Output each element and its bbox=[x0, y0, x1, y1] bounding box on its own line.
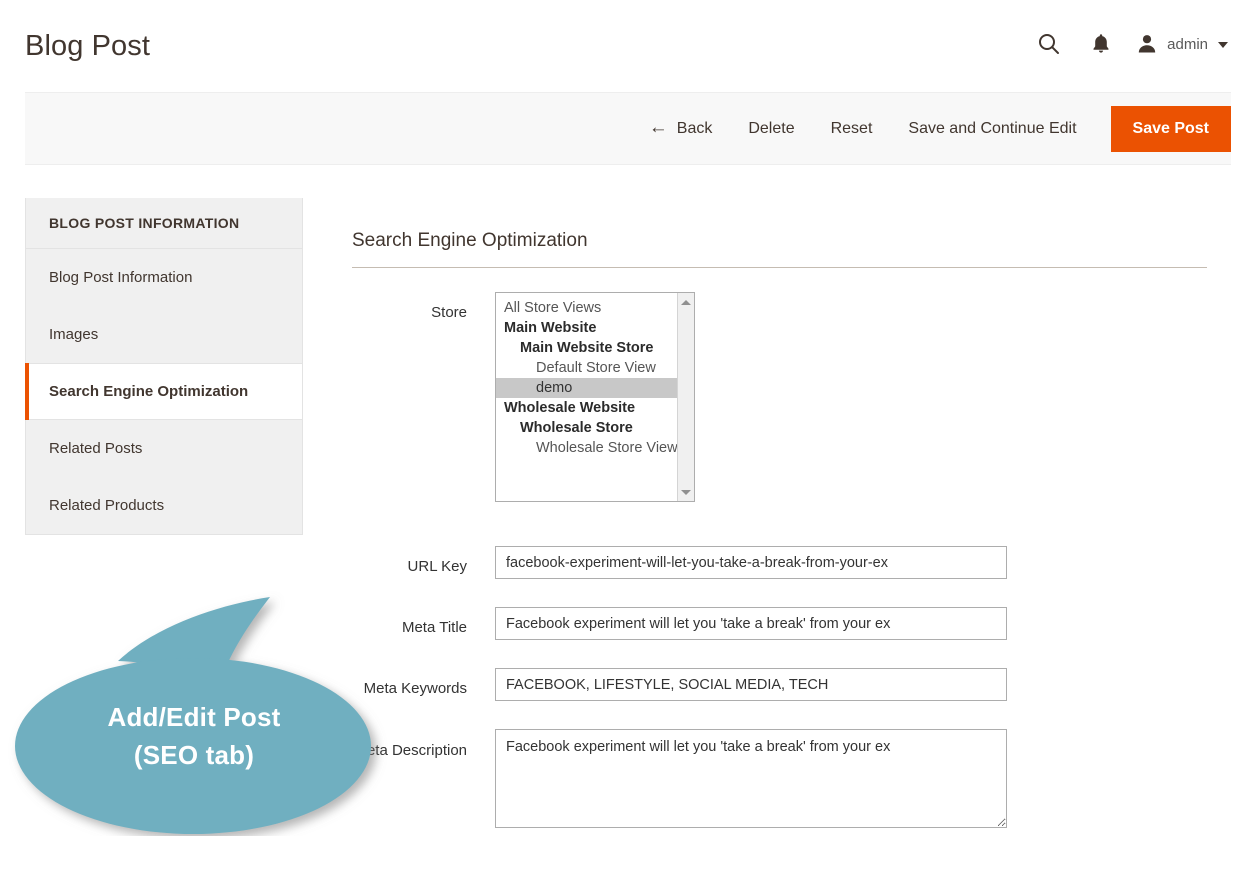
store-list-scrollbar[interactable] bbox=[677, 293, 694, 501]
page-title: Blog Post bbox=[25, 30, 151, 62]
field-row-meta-keywords: Meta Keywords bbox=[352, 668, 1207, 701]
admin-page: Blog Post admin ← Back Delete Reset Save… bbox=[0, 0, 1256, 886]
meta-description-textarea[interactable] bbox=[495, 729, 1007, 828]
sidebar-heading: BLOG POST INFORMATION bbox=[26, 198, 302, 249]
sidebar-item-related-products[interactable]: Related Products bbox=[26, 477, 302, 534]
store-option[interactable]: Wholesale Website bbox=[496, 398, 677, 418]
section-title: Search Engine Optimization bbox=[352, 230, 1207, 268]
sidebar-item-label: Images bbox=[49, 325, 99, 343]
triangle-up-icon[interactable] bbox=[678, 294, 694, 310]
callout-line-2: (SEO tab) bbox=[133, 740, 255, 770]
back-button[interactable]: ← Back bbox=[627, 112, 731, 146]
sidebar-item-search-engine-optimization[interactable]: Search Engine Optimization bbox=[25, 363, 302, 420]
arrow-left-icon: ← bbox=[648, 117, 668, 138]
store-option[interactable]: Wholesale Store bbox=[496, 418, 677, 438]
store-field-label: Store bbox=[431, 304, 467, 321]
store-option-selected[interactable]: demo bbox=[496, 378, 677, 398]
field-row-meta-title: Meta Title bbox=[352, 607, 1207, 640]
sidebar-item-related-posts[interactable]: Related Posts bbox=[26, 420, 302, 477]
seo-form-section: Search Engine Optimization Store All Sto… bbox=[352, 198, 1207, 828]
store-option[interactable]: Main Website Store bbox=[496, 338, 677, 358]
save-post-button[interactable]: Save Post bbox=[1110, 105, 1231, 152]
search-icon[interactable] bbox=[1023, 27, 1075, 61]
field-row-url-key: URL Key bbox=[352, 546, 1207, 579]
save-and-continue-edit-button[interactable]: Save and Continue Edit bbox=[890, 112, 1094, 146]
reset-button[interactable]: Reset bbox=[813, 112, 891, 146]
meta-title-label: Meta Title bbox=[401, 619, 467, 636]
page-actions-toolbar: ← Back Delete Reset Save and Continue Ed… bbox=[25, 92, 1231, 165]
admin-user-menu[interactable]: admin bbox=[1131, 30, 1232, 58]
bell-icon[interactable] bbox=[1075, 27, 1127, 61]
sidebar-item-label: Related Posts bbox=[49, 439, 143, 457]
sidebar-item-blog-post-information[interactable]: Blog Post Information bbox=[26, 249, 302, 306]
store-options-list: All Store Views Main Website Main Websit… bbox=[496, 293, 677, 501]
url-key-input[interactable] bbox=[495, 546, 1007, 579]
store-multiselect[interactable]: All Store Views Main Website Main Websit… bbox=[495, 292, 695, 502]
store-option[interactable]: All Store Views bbox=[496, 298, 677, 318]
store-option[interactable]: Main Website bbox=[496, 318, 677, 338]
meta-title-input[interactable] bbox=[495, 607, 1007, 640]
url-key-label: URL Key bbox=[407, 558, 467, 575]
sidebar-item-label: Blog Post Information bbox=[49, 268, 193, 286]
triangle-down-icon[interactable] bbox=[678, 484, 694, 500]
field-row-store: Store All Store Views Main Website Main … bbox=[352, 292, 1207, 502]
sidebar-item-images[interactable]: Images bbox=[26, 306, 302, 363]
callout-bubble bbox=[8, 586, 408, 836]
page-header: Blog Post admin bbox=[0, 0, 1256, 88]
chevron-down-icon bbox=[1218, 42, 1228, 48]
back-button-label: Back bbox=[676, 119, 713, 137]
sidebar-item-label: Search Engine Optimization bbox=[49, 383, 249, 400]
delete-button[interactable]: Delete bbox=[730, 112, 812, 146]
header-actions: admin bbox=[1023, 27, 1232, 61]
callout-line-1: Add/Edit Post bbox=[107, 702, 281, 732]
meta-description-label: Meta Description bbox=[354, 742, 467, 759]
meta-keywords-input[interactable] bbox=[495, 668, 1007, 701]
callout-text: Add/Edit Post (SEO tab) bbox=[14, 698, 374, 774]
store-option[interactable]: Wholesale Store View bbox=[496, 438, 677, 458]
user-avatar-icon bbox=[1138, 35, 1156, 53]
store-option[interactable]: Default Store View bbox=[496, 358, 677, 378]
meta-keywords-label: Meta Keywords bbox=[363, 680, 467, 697]
blog-post-tabs-sidebar: BLOG POST INFORMATION Blog Post Informat… bbox=[25, 198, 303, 535]
sidebar-item-label: Related Products bbox=[49, 496, 165, 514]
admin-username: admin bbox=[1167, 35, 1208, 53]
field-row-meta-description: Meta Description bbox=[352, 729, 1207, 828]
